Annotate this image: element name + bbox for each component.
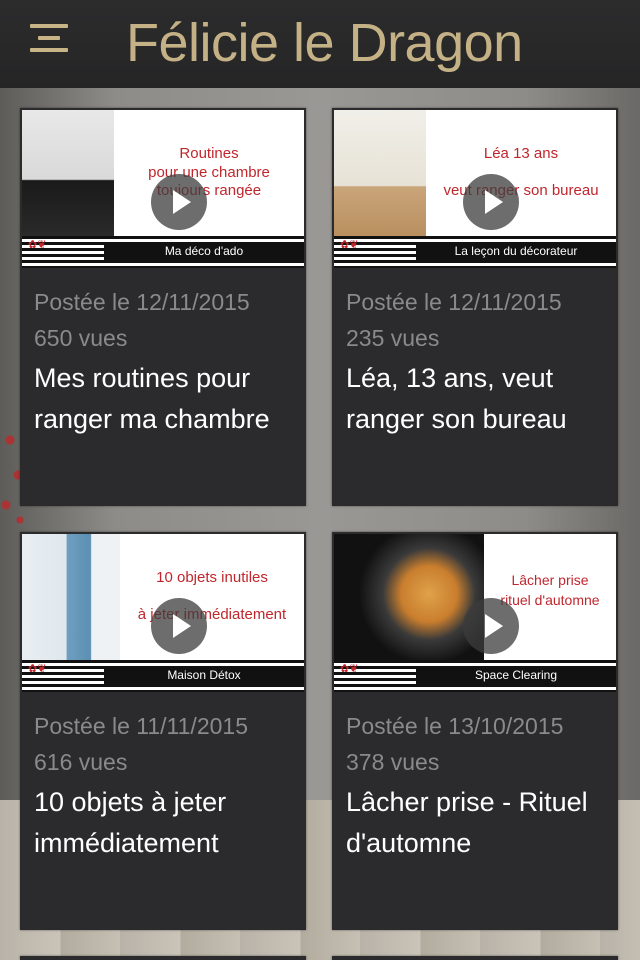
video-card[interactable]: [332, 956, 618, 960]
dragon-logo-icon: ✿❦: [28, 663, 47, 675]
hamburger-menu-icon[interactable]: [30, 24, 70, 56]
post-date: Postée le 12/11/2015: [34, 289, 250, 315]
post-date: Postée le 11/11/2015: [34, 713, 248, 739]
video-card[interactable]: Routines pour une chambre toujours rangée …: [20, 108, 306, 506]
thumbnail-photo: [334, 110, 426, 236]
video-meta: Postée le 11/11/2015 616 vues: [34, 708, 298, 780]
view-count: 378 vues: [346, 749, 440, 775]
thumbnail-photo: [22, 110, 114, 236]
dragon-logo-icon: ✿❦: [340, 239, 359, 251]
thumbnail-series-label: Ma déco d'ado: [104, 243, 304, 260]
play-icon[interactable]: [463, 598, 519, 654]
thumbnail-photo: [22, 534, 120, 660]
thumbnail-series-label: La leçon du décorateur: [416, 243, 616, 260]
video-thumbnail[interactable]: Léa 13 ans veut ranger son bureau La leç…: [334, 110, 616, 268]
play-icon[interactable]: [151, 598, 207, 654]
dragon-logo-icon: ✿❦: [340, 663, 359, 675]
video-title[interactable]: Mes routines pour ranger ma chambre: [34, 358, 298, 440]
thumbnail-caption: Léa 13 ans veut ranger son bureau: [443, 145, 599, 199]
video-card[interactable]: 10 objets inutiles à jeter immédiatement…: [20, 532, 306, 930]
post-date: Postée le 12/11/2015: [346, 289, 562, 315]
thumbnail-series-label: Space Clearing: [416, 667, 616, 684]
video-card[interactable]: [20, 956, 306, 960]
post-date: Postée le 13/10/2015: [346, 713, 564, 739]
view-count: 616 vues: [34, 749, 128, 775]
app-title: Félicie le Dragon: [126, 13, 523, 73]
video-thumbnail[interactable]: Routines pour une chambre toujours rangée …: [22, 110, 304, 268]
thumbnail-caption: Routines pour une chambre toujours rangée: [148, 144, 270, 200]
play-icon[interactable]: [151, 174, 207, 230]
video-title[interactable]: 10 objets à jeter immédiatement: [34, 782, 298, 864]
video-meta: Postée le 12/11/2015 235 vues: [346, 284, 610, 356]
dragon-logo-icon: ✿❦: [28, 239, 47, 251]
play-icon[interactable]: [463, 174, 519, 230]
app-header: Félicie le Dragon: [0, 0, 640, 88]
video-title[interactable]: Léa, 13 ans, veut ranger son bureau: [346, 358, 610, 440]
video-card[interactable]: Léa 13 ans veut ranger son bureau La leç…: [332, 108, 618, 506]
video-thumbnail[interactable]: Lâcher prise rituel d'automne Space Clea…: [334, 534, 616, 692]
video-meta: Postée le 12/11/2015 650 vues: [34, 284, 298, 356]
video-card[interactable]: Lâcher prise rituel d'automne Space Clea…: [332, 532, 618, 930]
video-meta: Postée le 13/10/2015 378 vues: [346, 708, 610, 780]
thumbnail-caption: 10 objets inutiles à jeter immédiatement: [137, 569, 287, 623]
thumbnail-photo: [334, 534, 484, 660]
video-thumbnail[interactable]: 10 objets inutiles à jeter immédiatement…: [22, 534, 304, 692]
video-title[interactable]: Lâcher prise - Rituel d'automne: [346, 782, 610, 864]
view-count: 650 vues: [34, 325, 128, 351]
thumbnail-series-label: Maison Détox: [104, 667, 304, 684]
view-count: 235 vues: [346, 325, 440, 351]
